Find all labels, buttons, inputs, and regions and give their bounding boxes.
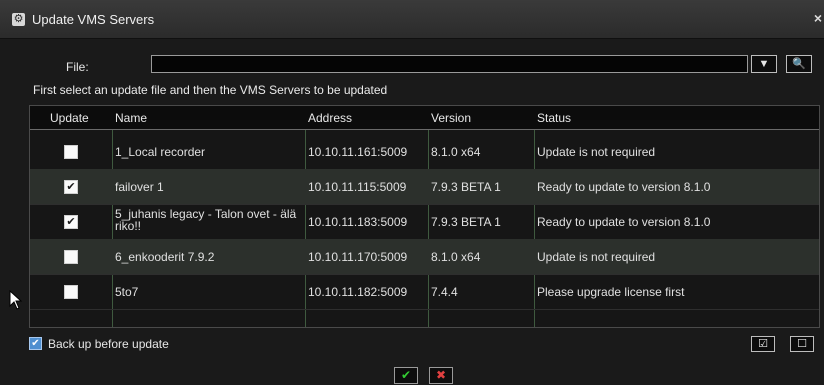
- server-name: 1_Local recorder: [115, 145, 206, 159]
- header-version[interactable]: Version: [431, 111, 471, 125]
- file-label: File:: [66, 60, 89, 74]
- select-all-button[interactable]: ☑: [751, 336, 775, 352]
- search-icon: 🔍: [792, 58, 806, 70]
- server-version: 8.1.0 x64: [431, 250, 481, 264]
- table-header: Update Name Address Version Status: [30, 106, 819, 130]
- header-status[interactable]: Status: [537, 111, 571, 125]
- mouse-pointer-icon: [9, 290, 23, 310]
- empty-box-icon: ☐: [797, 338, 807, 350]
- cancel-button[interactable]: ✖: [429, 367, 453, 384]
- file-path-input[interactable]: [151, 55, 748, 73]
- update-checkbox[interactable]: [64, 250, 78, 264]
- server-name: failover 1: [115, 180, 164, 194]
- ok-button[interactable]: ✔: [394, 367, 418, 384]
- server-version: 8.1.0 x64: [431, 145, 481, 159]
- filter-icon: ▼: [758, 58, 770, 70]
- browse-button[interactable]: 🔍: [786, 55, 812, 73]
- server-status: Ready to update to version 8.1.0: [537, 180, 711, 194]
- server-version: 7.9.3 BETA 1: [431, 180, 501, 194]
- title-bar: ⚙ Update VMS Servers ×: [0, 0, 824, 39]
- window-title: Update VMS Servers: [32, 12, 155, 27]
- header-address[interactable]: Address: [308, 111, 352, 125]
- server-version: 7.4.4: [431, 285, 458, 299]
- select-none-button[interactable]: ☐: [790, 336, 814, 352]
- servers-table: Update Name Address Version Status 1_Loc…: [29, 105, 820, 328]
- header-name[interactable]: Name: [115, 111, 147, 125]
- table-row[interactable]: ✔ failover 1 10.10.11.115:5009 7.9.3 BET…: [30, 169, 819, 205]
- header-update[interactable]: Update: [50, 111, 89, 125]
- server-address: 10.10.11.182:5009: [308, 285, 408, 299]
- update-checkbox[interactable]: [64, 285, 78, 299]
- server-status: Please upgrade license first: [537, 285, 685, 299]
- checkmark-icon: ✔: [400, 368, 412, 382]
- gear-icon: ⚙: [12, 13, 25, 26]
- server-name: 5_juhanis legacy - Talon ovet - älä riko…: [115, 207, 297, 233]
- table-row[interactable]: 6_enkooderit 7.9.2 10.10.11.170:5009 8.1…: [30, 239, 819, 275]
- server-address: 10.10.11.170:5009: [308, 250, 408, 264]
- table-row[interactable]: ✔ 5_juhanis legacy - Talon ovet - älä ri…: [30, 204, 819, 240]
- update-checkbox[interactable]: ✔: [64, 180, 78, 194]
- server-address: 10.10.11.183:5009: [308, 215, 408, 229]
- server-version: 7.9.3 BETA 1: [431, 215, 501, 229]
- server-address: 10.10.11.115:5009: [308, 180, 407, 194]
- server-address: 10.10.11.161:5009: [308, 145, 408, 159]
- server-status: Update is not required: [537, 145, 656, 159]
- table-row[interactable]: 1_Local recorder 10.10.11.161:5009 8.1.0…: [30, 134, 819, 170]
- filter-button[interactable]: ▼: [751, 55, 777, 73]
- table-row[interactable]: 5to7 10.10.11.182:5009 7.4.4 Please upgr…: [30, 274, 819, 310]
- server-status: Ready to update to version 8.1.0: [537, 215, 711, 229]
- close-icon[interactable]: ×: [814, 10, 822, 26]
- backup-checkbox[interactable]: ✔: [29, 337, 42, 350]
- update-checkbox[interactable]: ✔: [64, 215, 78, 229]
- server-name: 5to7: [115, 285, 139, 299]
- instructions-text: First select an update file and then the…: [33, 83, 388, 97]
- server-name: 6_enkooderit 7.9.2: [115, 250, 215, 264]
- server-status: Update is not required: [537, 250, 656, 264]
- backup-label[interactable]: Back up before update: [48, 337, 169, 351]
- close-icon: ✖: [435, 368, 447, 382]
- checked-box-icon: ☑: [758, 338, 768, 350]
- update-checkbox[interactable]: [64, 145, 78, 159]
